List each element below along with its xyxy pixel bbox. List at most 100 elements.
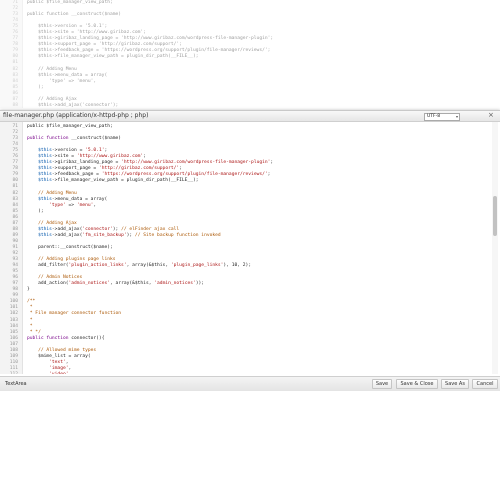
- code-token: 'plugin_page_links': [170, 263, 224, 269]
- code-line: 'video',: [27, 372, 273, 374]
- background-code-line: $this->add_ajax('connector');: [27, 102, 119, 108]
- code-token: 'text': [27, 359, 66, 365]
- code-token: ,: [69, 372, 72, 374]
- code-token: __construct($name): [71, 136, 122, 142]
- dialog-button-bar: TextArea Save Save & Close Save As Cance…: [0, 376, 500, 391]
- file-edit-dialog: file-manager.php (application/x-httpd-ph…: [0, 110, 500, 392]
- code-token: ->feedback_page =: [51, 172, 102, 178]
- code-token: 'http://giribaz.com/support/': [98, 166, 180, 172]
- code-line: add_filter('plugin_action_links', array(…: [27, 263, 273, 269]
- code-token: add_filter(: [27, 263, 69, 269]
- line-number-gutter: 71 72 73 74 75 76 77 78 79 80 81 82 83 84 85 86 87 88 89 90…: [0, 122, 23, 374]
- code-token: );: [112, 226, 122, 232]
- code-token: $this: [27, 166, 52, 172]
- code-token: ;: [267, 172, 271, 178]
- code-token: public function: [27, 335, 72, 341]
- code-token: ), 10, 2);: [223, 263, 252, 269]
- code-lines[interactable]: public $file_manager_view_path;public fu…: [27, 124, 273, 374]
- code-token: 'connector': [82, 226, 113, 232]
- code-token: * */: [27, 329, 41, 335]
- code-token: $mime_list = array(: [27, 353, 91, 359]
- chevron-down-icon: ▾: [455, 113, 458, 119]
- save-and-close-button[interactable]: Save & Close: [396, 379, 438, 389]
- code-token: 'menu': [76, 202, 94, 208]
- code-token: $this: [27, 232, 52, 238]
- code-token: ->file_manager_view_path = plugin_dir_pa…: [51, 178, 199, 184]
- code-token: 'admin_notices': [68, 281, 111, 287]
- code-token: );: [126, 232, 135, 238]
- code-token: $this: [27, 196, 52, 202]
- code-token: public $file_manager_view_path;: [27, 124, 113, 129]
- code-token: *: [27, 323, 36, 329]
- code-token: ->add_ajax(: [51, 232, 83, 238]
- code-token: 'plugin_action_links': [68, 263, 127, 269]
- save-button[interactable]: Save: [372, 379, 392, 389]
- code-token: ->version =: [51, 148, 86, 154]
- save-as-button[interactable]: Save As: [441, 379, 469, 389]
- encoding-value: UTF-8: [427, 113, 441, 119]
- vertical-scrollbar[interactable]: [492, 122, 498, 374]
- code-token: $this: [27, 172, 52, 178]
- code-token: 'image': [27, 365, 69, 371]
- close-icon[interactable]: ×: [488, 111, 494, 119]
- line-number: 112: [0, 372, 22, 374]
- code-token: 'http://www.giribaz.com/wordpress-file-m…: [121, 160, 271, 166]
- background-gutter: 71 72 73 74 75 76 77 78 79 80 81 82 83 84 85 86 87 88: [0, 0, 23, 108]
- code-token: *: [27, 317, 33, 323]
- code-token: * File manager connector function: [27, 311, 122, 317]
- code-token: // elFinder ajax call: [121, 226, 180, 232]
- code-token: // Allowed mime types: [27, 347, 97, 353]
- code-token: 'http://www.giribaz.com': [76, 154, 144, 160]
- code-token: , array(&$this,: [110, 281, 155, 287]
- dialog-titlebar[interactable]: file-manager.php (application/x-httpd-ph…: [0, 111, 500, 122]
- background-code-editor: 71 72 73 74 75 76 77 78 79 80 81 82 83 84 85 86 87 88 pub…: [0, 0, 500, 108]
- code-token: ;: [143, 154, 146, 160]
- code-token: $this: [27, 178, 52, 184]
- code-token: // Site backup function invoked: [134, 232, 221, 238]
- editor-mode-label[interactable]: TextArea: [5, 381, 27, 387]
- code-token: 'fm_site_backup': [82, 232, 127, 238]
- code-token: ;: [270, 160, 274, 166]
- code-token: add_action(: [27, 281, 69, 287]
- code-editor[interactable]: 71 72 73 74 75 76 77 78 79 80 81 82 83 84 85 86 87 88 89 90…: [0, 122, 500, 374]
- code-token: );: [27, 208, 44, 214]
- code-token: 'type': [27, 202, 66, 208]
- code-token: =>: [65, 202, 77, 208]
- encoding-select[interactable]: UTF-8 ▾: [424, 112, 460, 121]
- code-token: ->support_page =: [51, 166, 99, 172]
- code-token: ));: [195, 281, 205, 287]
- code-token: , array(&$this,: [126, 263, 171, 269]
- code-token: $this: [27, 160, 52, 166]
- code-token: ->site =: [51, 154, 77, 160]
- code-token: /**: [27, 299, 36, 305]
- code-token: '5.0.1': [85, 148, 105, 154]
- code-token: 'https://wordpress.org/support/plugin/fi…: [101, 172, 268, 178]
- code-token: // Adding Menu: [27, 190, 77, 196]
- code-token: ;: [179, 166, 182, 172]
- code-token: ,: [68, 365, 72, 371]
- code-token: 'video': [27, 372, 68, 374]
- code-token: connector(){: [71, 335, 105, 341]
- scroll-thumb[interactable]: [493, 196, 497, 237]
- code-token: }: [27, 287, 30, 293]
- code-token: $this: [27, 154, 52, 160]
- background-line-number: 88: [12, 102, 18, 108]
- code-token: // Adding plugins page links: [27, 257, 116, 263]
- code-token: // Adding Ajax: [27, 220, 77, 226]
- code-token: *: [27, 305, 33, 311]
- background-code-lines: public $file_manager_view_path; public fu…: [27, 0, 273, 108]
- empty-area: [0, 391, 500, 500]
- code-token: ->giribaz_landing_page =: [51, 160, 122, 166]
- dialog-title: file-manager.php (application/x-httpd-ph…: [3, 112, 149, 119]
- line-numbers: 71 72 73 74 75 76 77 78 79 80 81 82 83 84 85 86 87 88 89 90…: [0, 124, 22, 374]
- code-token: ->menu_data = array(: [51, 196, 108, 202]
- code-token: ,: [93, 202, 97, 208]
- cancel-button[interactable]: Cancel: [472, 379, 498, 389]
- code-token: ,: [65, 359, 69, 365]
- code-token: parent::__construct($name);: [27, 244, 113, 250]
- code-token: $this: [27, 226, 52, 232]
- code-token: ->add_ajax(: [51, 226, 83, 232]
- code-token: ;: [104, 148, 108, 154]
- code-token: $this: [27, 148, 52, 154]
- code-token: public function: [27, 136, 72, 142]
